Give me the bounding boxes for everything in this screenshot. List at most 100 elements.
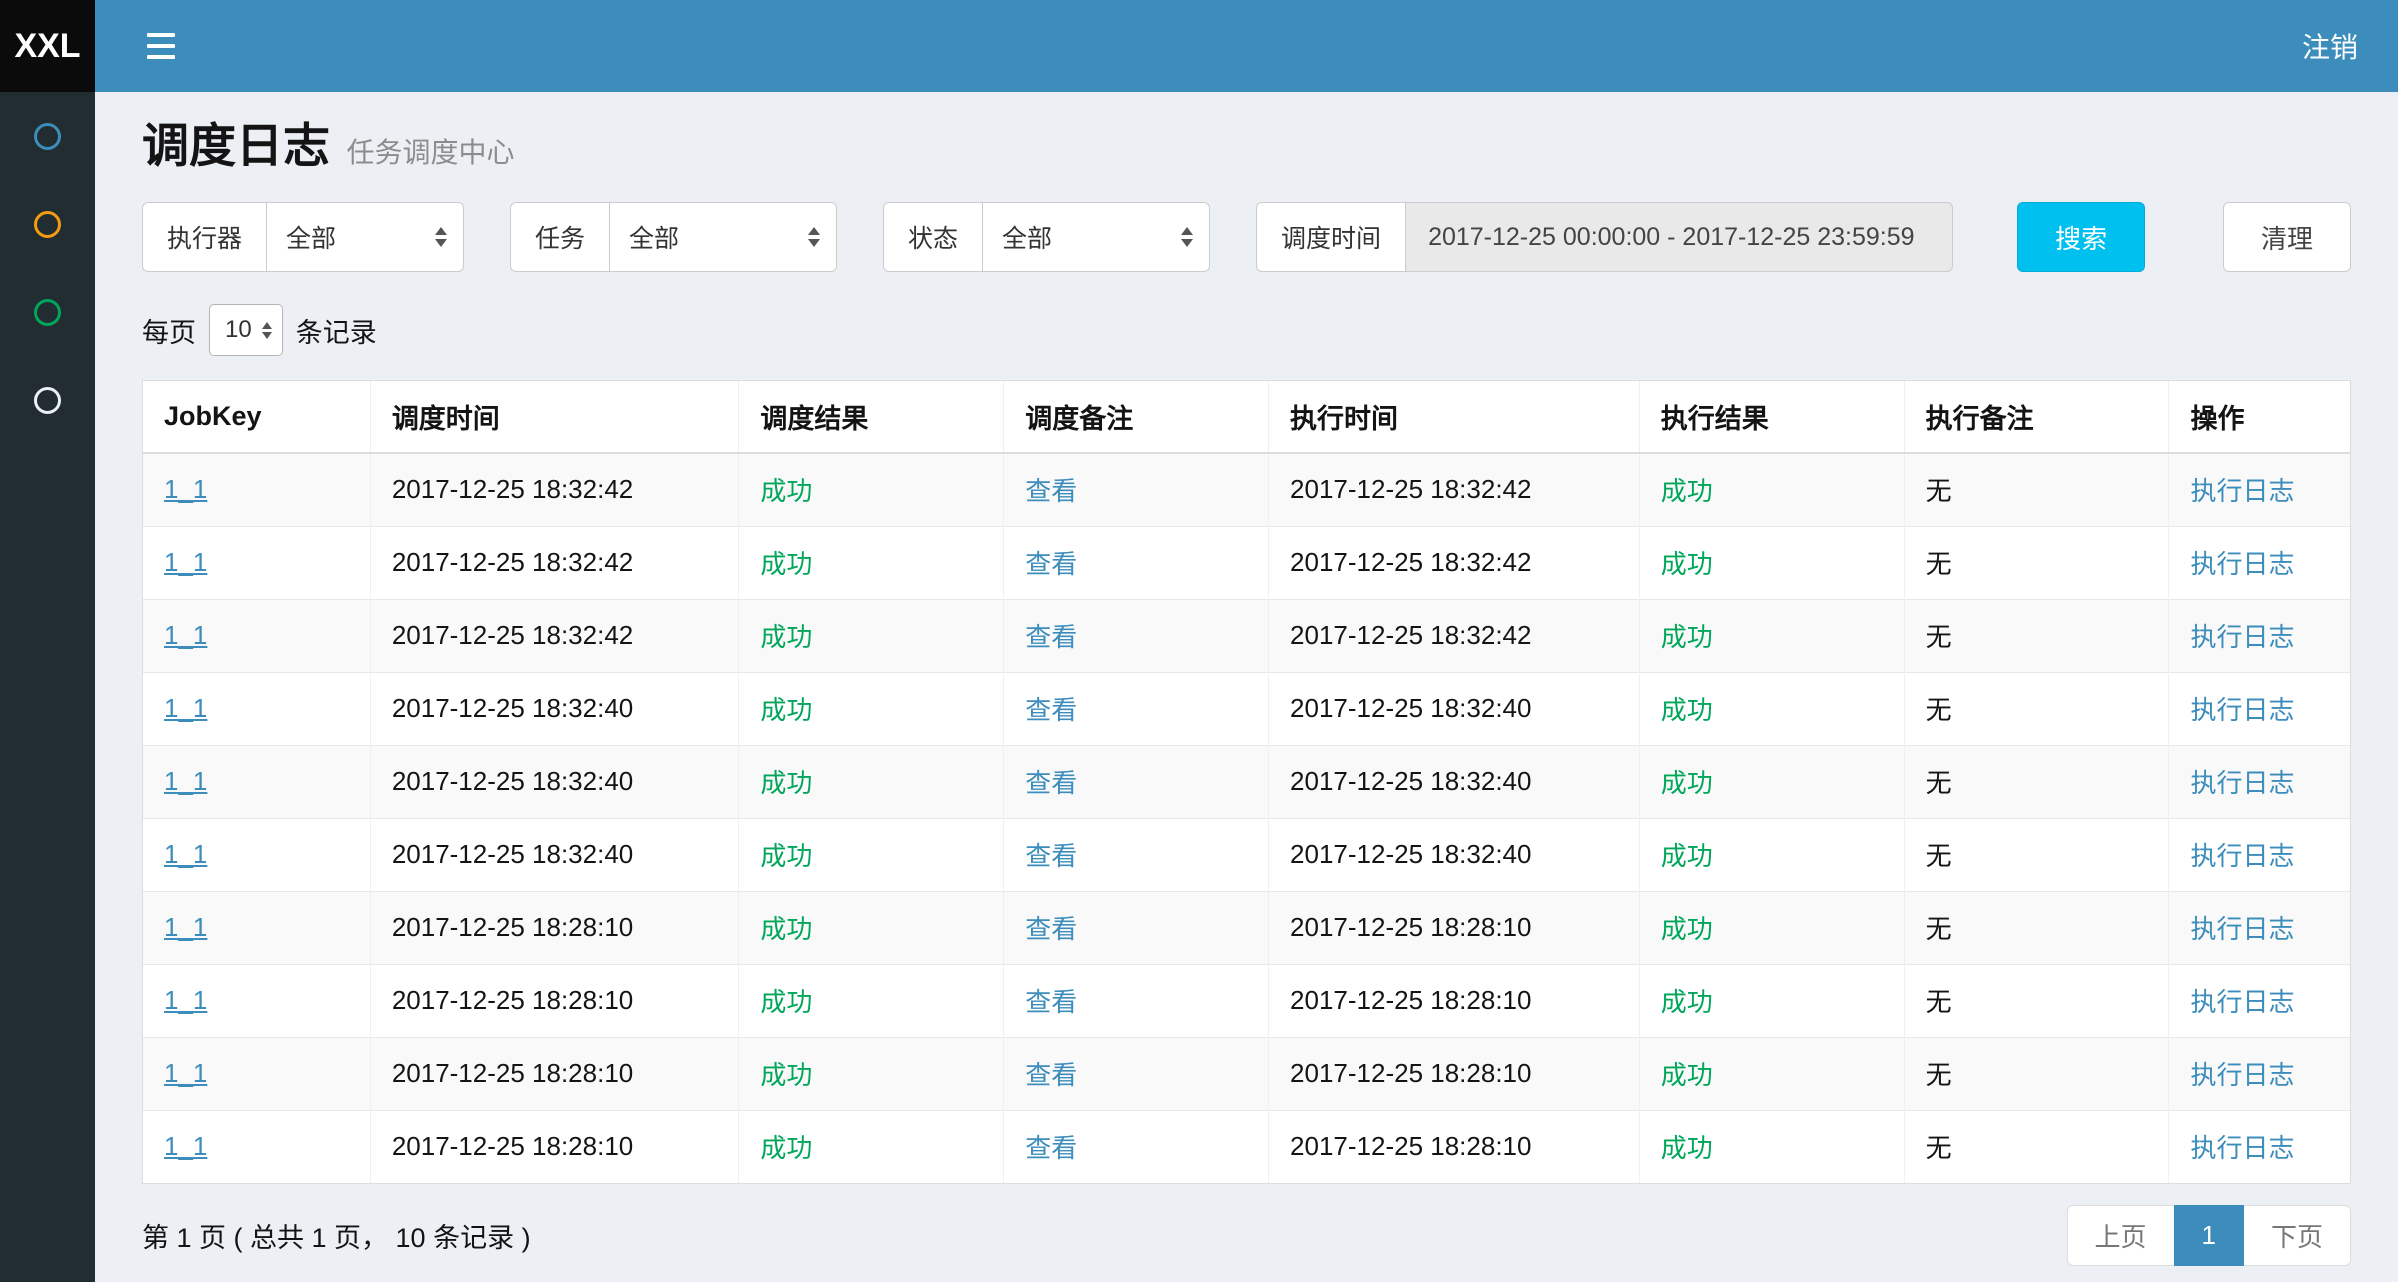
jobkey-link[interactable]: 1_1 [164, 839, 207, 869]
pagination-summary: 第 1 页 ( 总共 1 页， 10 条记录 ) [142, 1216, 531, 1255]
trigger-result: 成功 [760, 476, 812, 506]
action-link[interactable]: 执行日志 [2190, 1133, 2294, 1163]
sidebar-item-3[interactable] [0, 268, 95, 356]
sidebar-item-2[interactable] [0, 180, 95, 268]
handle-time: 2017-12-25 18:28:10 [1290, 985, 1531, 1015]
handle-msg: 无 [1926, 549, 1952, 579]
table-row: 1_1 2017-12-25 18:28:10 成功 查看 2017-12-25 18:… [143, 964, 2350, 1037]
jobkey-link[interactable]: 1_1 [164, 693, 207, 723]
time-range-input[interactable]: 2017-12-25 00:00:00 - 2017-12-25 23:59:5… [1405, 202, 1953, 272]
handle-result: 成功 [1661, 622, 1713, 652]
column-header-handle-msg: 执行备注 [1904, 381, 2169, 453]
handle-msg: 无 [1926, 695, 1952, 725]
status-filter-label: 状态 [883, 202, 982, 272]
handle-time: 2017-12-25 18:32:40 [1290, 839, 1531, 869]
page-subtitle: 任务调度中心 [346, 137, 514, 168]
job-filter-value: 全部 [629, 219, 679, 255]
trigger-msg-link[interactable]: 查看 [1025, 695, 1077, 725]
trigger-time: 2017-12-25 18:28:10 [392, 1131, 633, 1161]
trigger-msg-link[interactable]: 查看 [1025, 841, 1077, 871]
handle-result: 成功 [1661, 476, 1713, 506]
table-row: 1_12017-12-25 18:32:40成功查看2017-12-25 18:… [143, 818, 2350, 891]
trigger-msg-link[interactable]: 查看 [1025, 622, 1077, 652]
trigger-time: 2017-12-25 18:32:40 [392, 766, 633, 796]
action-link[interactable]: 执行日志 [2190, 914, 2294, 944]
page-size-suffix-label: 条记录 [296, 311, 377, 350]
clean-button[interactable]: 清理 [2223, 202, 2351, 272]
trigger-result: 成功 [760, 1133, 812, 1163]
trigger-msg-link[interactable]: 查看 [1025, 549, 1077, 579]
page-title: 调度日志 [142, 119, 330, 172]
handle-msg: 无 [1926, 1133, 1952, 1163]
action-link[interactable]: 执行日志 [2190, 549, 2294, 579]
action-link[interactable]: 执行日志 [2190, 987, 2294, 1017]
jobkey-link[interactable]: 1_1 [164, 1131, 207, 1161]
trigger-result: 成功 [760, 987, 812, 1017]
circle-icon [34, 123, 61, 150]
handle-result: 成功 [1661, 695, 1713, 725]
select-stepper-icon [1167, 227, 1193, 247]
handle-msg: 无 [1926, 768, 1952, 798]
trigger-msg-link[interactable]: 查看 [1025, 476, 1077, 506]
jobkey-link[interactable]: 1_1 [164, 474, 207, 504]
jobkey-link[interactable]: 1_1 [164, 912, 207, 942]
sidebar-item-1[interactable] [0, 92, 95, 180]
handle-time: 2017-12-25 18:28:10 [1290, 1131, 1531, 1161]
trigger-time: 2017-12-25 18:32:42 [392, 547, 633, 577]
time-filter-group: 调度时间 2017-12-25 00:00:00 - 2017-12-25 23… [1256, 202, 1953, 272]
column-header-trigger-msg: 调度备注 [1004, 381, 1269, 453]
trigger-msg-link[interactable]: 查看 [1025, 1060, 1077, 1090]
column-header-trigger-time: 调度时间 [370, 381, 739, 453]
circle-icon [34, 211, 61, 238]
handle-result: 成功 [1661, 914, 1713, 944]
jobkey-link[interactable]: 1_1 [164, 766, 207, 796]
handle-result: 成功 [1661, 549, 1713, 579]
next-page-button[interactable]: 下页 [2243, 1205, 2351, 1266]
column-header-trigger-result: 调度结果 [739, 381, 1004, 453]
current-page-button[interactable]: 1 [2174, 1205, 2244, 1266]
status-filter-group: 状态 全部 [883, 202, 1210, 272]
handle-time: 2017-12-25 18:32:42 [1290, 547, 1531, 577]
table-row: 1_1 2017-12-25 18:32:42 成功 查看 2017-12-25 18:… [143, 526, 2350, 599]
sidebar-item-4[interactable] [0, 356, 95, 444]
handle-time: 2017-12-25 18:32:40 [1290, 766, 1531, 796]
logout-link[interactable]: 注销 [2302, 26, 2358, 66]
select-stepper-icon [252, 322, 272, 339]
trigger-time: 2017-12-25 18:28:10 [392, 912, 633, 942]
jobkey-link[interactable]: 1_1 [164, 620, 207, 650]
handle-msg: 无 [1926, 1060, 1952, 1090]
handle-msg: 无 [1926, 914, 1952, 944]
executor-filter-label: 执行器 [142, 202, 266, 272]
jobkey-link[interactable]: 1_1 [164, 985, 207, 1015]
navbar: 注销 [95, 0, 2398, 92]
table-row: 1_12017-12-25 18:28:10成功查看2017-12-25 18:… [143, 1037, 2350, 1110]
action-link[interactable]: 执行日志 [2190, 768, 2294, 798]
trigger-msg-link[interactable]: 查看 [1025, 987, 1077, 1017]
action-link[interactable]: 执行日志 [2190, 695, 2294, 725]
search-button[interactable]: 搜索 [2017, 202, 2145, 272]
jobkey-link[interactable]: 1_1 [164, 547, 207, 577]
job-filter-group: 任务 全部 [510, 202, 837, 272]
action-link[interactable]: 执行日志 [2190, 1060, 2294, 1090]
handle-time: 2017-12-25 18:28:10 [1290, 1058, 1531, 1088]
trigger-time: 2017-12-25 18:28:10 [392, 985, 633, 1015]
jobkey-link[interactable]: 1_1 [164, 1058, 207, 1088]
prev-page-button[interactable]: 上页 [2067, 1205, 2175, 1266]
trigger-msg-link[interactable]: 查看 [1025, 768, 1077, 798]
handle-time: 2017-12-25 18:32:40 [1290, 693, 1531, 723]
sidebar-toggle-button[interactable] [137, 23, 185, 69]
page-size-select[interactable]: 10 [209, 304, 283, 356]
job-filter-select[interactable]: 全部 [609, 202, 837, 272]
trigger-msg-link[interactable]: 查看 [1025, 914, 1077, 944]
action-link[interactable]: 执行日志 [2190, 476, 2294, 506]
trigger-msg-link[interactable]: 查看 [1025, 1133, 1077, 1163]
table-footer: 第 1 页 ( 总共 1 页， 10 条记录 ) 上页 1 下页 [95, 1184, 2398, 1271]
action-link[interactable]: 执行日志 [2190, 841, 2294, 871]
executor-filter-select[interactable]: 全部 [266, 202, 464, 272]
app-logo[interactable]: XXL [0, 0, 95, 92]
select-stepper-icon [421, 227, 447, 247]
status-filter-select[interactable]: 全部 [982, 202, 1210, 272]
action-link[interactable]: 执行日志 [2190, 622, 2294, 652]
main-content: 调度日志 任务调度中心 执行器 全部 任务 全部 状态 全部 调度 [95, 92, 2398, 1282]
trigger-result: 成功 [760, 549, 812, 579]
